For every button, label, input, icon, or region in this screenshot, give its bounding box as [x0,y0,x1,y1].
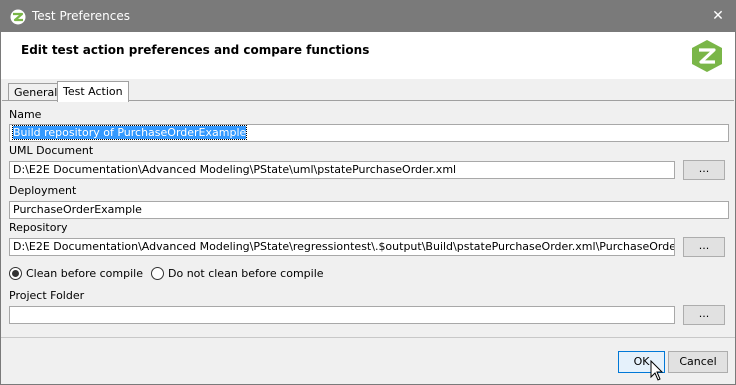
app-icon [10,9,26,25]
repository-label: Repository [9,221,68,234]
ok-button[interactable]: OK [618,351,665,373]
name-input[interactable]: Build repository of PurchaseOrderExample [9,124,729,142]
project-folder-input[interactable] [9,306,675,324]
repository-browse-button[interactable]: ... [683,237,725,257]
dialog-header: Edit test action preferences and compare… [1,32,735,79]
do-not-clean-label: Do not clean before compile [168,266,324,280]
deployment-input[interactable]: PurchaseOrderExample [9,201,729,219]
do-not-clean-radio[interactable]: Do not clean before compile [151,265,324,281]
close-icon[interactable]: ✕ [701,1,735,32]
uml-document-input[interactable]: D:\E2E Documentation\Advanced Modeling\P… [9,161,675,179]
uml-browse-button[interactable]: ... [683,160,725,180]
name-input-value: Build repository of PurchaseOrderExample [11,125,248,140]
tab-strip: General Test Action [1,81,735,102]
tab-general[interactable]: General [8,83,64,101]
test-action-panel: Name Build repository of PurchaseOrderEx… [2,100,734,338]
radio-checked-icon [9,266,22,280]
title-bar: Test Preferences ✕ [1,1,735,32]
deployment-label: Deployment [9,184,77,197]
cancel-button[interactable]: Cancel [668,351,728,373]
name-label: Name [9,108,42,121]
tab-test-action[interactable]: Test Action [57,81,129,102]
project-folder-browse-button[interactable]: ... [683,305,725,325]
dialog-footer: OK Cancel [1,337,735,385]
radio-unchecked-icon [151,266,164,280]
window-title: Test Preferences [32,9,131,23]
dialog-window: Test Preferences ✕ Edit test action pref… [0,0,736,385]
e2e-logo-icon [692,40,722,72]
uml-document-label: UML Document [9,144,94,157]
header-heading: Edit test action preferences and compare… [21,43,370,57]
clean-before-compile-radio[interactable]: Clean before compile [9,265,143,281]
project-folder-label: Project Folder [9,289,85,302]
repository-input[interactable]: D:\E2E Documentation\Advanced Modeling\P… [9,238,675,256]
clean-before-compile-label: Clean before compile [26,266,143,280]
